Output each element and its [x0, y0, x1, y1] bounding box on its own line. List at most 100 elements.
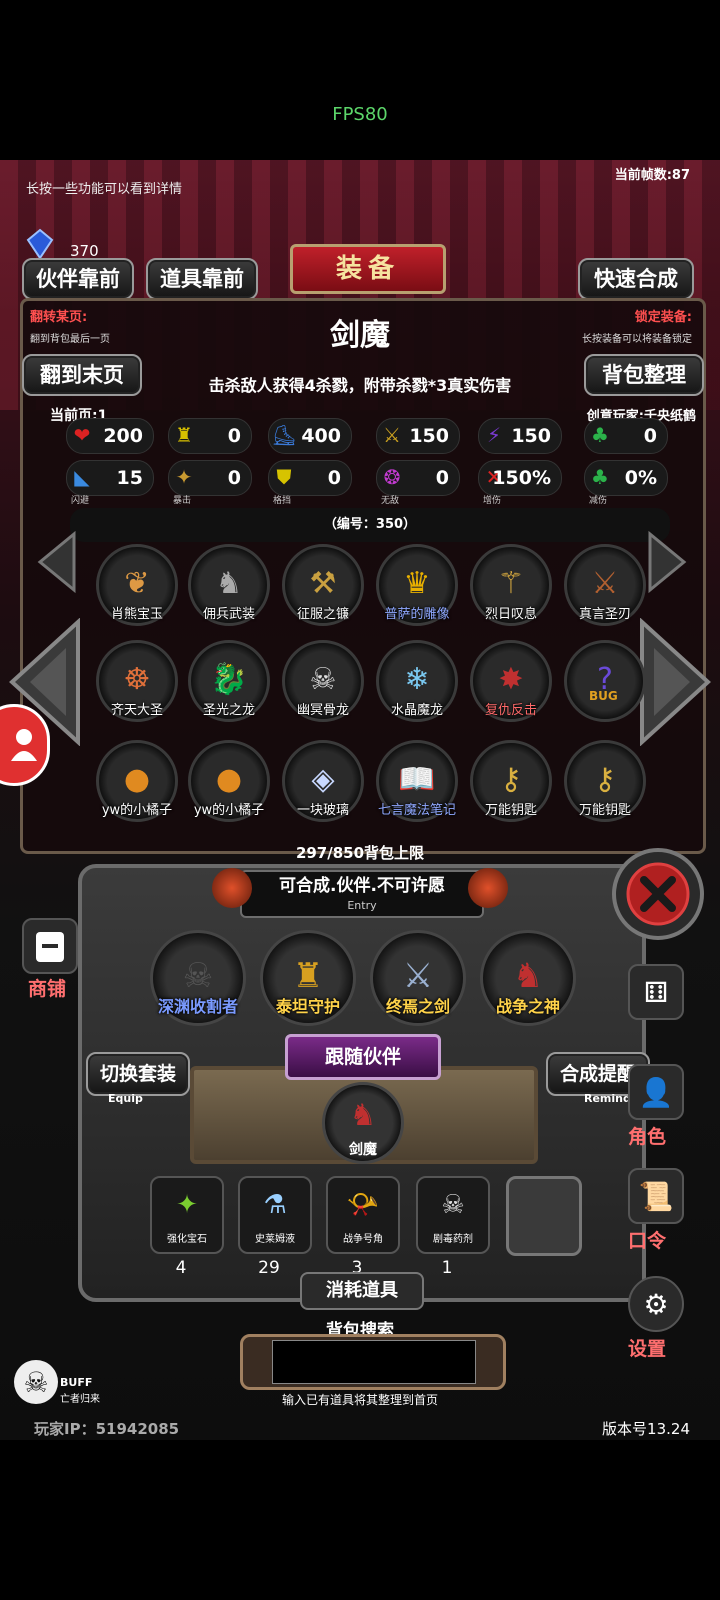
inventory-slot[interactable]: ● yw的小橘子: [96, 740, 178, 822]
inventory-slot[interactable]: ● yw的小橘子: [188, 740, 270, 822]
consumable-count: 4: [175, 1258, 187, 1278]
stat-value: 200: [103, 425, 143, 447]
settings-label[interactable]: 设置: [628, 1334, 666, 1361]
consumable-slot[interactable]: [506, 1176, 582, 1256]
inventory-slot[interactable]: ⚔ 真言圣刃: [564, 544, 646, 626]
inventory-slot[interactable]: ⚚ 烈日叹息: [470, 544, 552, 626]
switch-set-button[interactable]: 切换套装: [86, 1052, 190, 1096]
consumable-slot[interactable]: ⚗ 史莱姆液: [238, 1176, 312, 1254]
consumable-name: 强化宝石: [167, 1234, 207, 1245]
inventory-item-name: 普萨的雕像: [384, 607, 450, 622]
switch-set-sub: Equip: [108, 1092, 143, 1105]
role-label[interactable]: 角色: [628, 1122, 666, 1149]
version-number: 版本号13.24: [602, 1420, 690, 1438]
consumable-slot[interactable]: ✦ 强化宝石: [150, 1176, 224, 1254]
stat-label: 闪避: [71, 496, 90, 506]
inventory-item-name: 万能钥匙: [484, 803, 537, 818]
inventory-item-name: 复仇反击: [484, 703, 537, 718]
inventory-item-name: 烈日叹息: [484, 607, 537, 622]
partner-slot[interactable]: ⚔ 终焉之剑: [370, 930, 466, 1026]
bag-icon: [36, 932, 64, 962]
inventory-slot[interactable]: ◈ 一块玻璃: [282, 740, 364, 822]
follow-partner-slot[interactable]: ♞ 剑魔: [322, 1082, 404, 1164]
stat-weapon[interactable]: ⚔ 150: [376, 418, 460, 454]
stat-crit[interactable]: ✦ 0 暴击: [168, 460, 252, 506]
partner-slot[interactable]: ♜ 泰坦守护: [260, 930, 356, 1026]
stat-invincible[interactable]: ❂ 0 无敌: [376, 460, 460, 506]
heart-icon: ❤: [73, 423, 91, 447]
bag-capacity: 297/850背包上限: [295, 844, 425, 862]
inventory-slot[interactable]: ❦ 肖熊宝玉: [96, 544, 178, 626]
inventory-item-name: 七言魔法笔记: [377, 803, 456, 818]
stat-damage-reduce[interactable]: ♣ 0% 减伤: [584, 460, 668, 506]
quick-combine-button[interactable]: 快速合成: [578, 258, 694, 300]
inventory-slot[interactable]: ⚒ 征服之镰: [282, 544, 364, 626]
stat-label: 无敌: [381, 496, 400, 506]
item-first-button[interactable]: 道具靠前: [146, 258, 258, 300]
stat-label: 暴击: [173, 496, 192, 506]
inventory-slot[interactable]: ☸ 齐天大圣: [96, 640, 178, 722]
filter-sub: Entry: [347, 899, 377, 912]
partner-name: 战争之神: [495, 997, 560, 1016]
equipment-title: 装备: [290, 244, 446, 294]
inventory-slot[interactable]: 🐉 圣光之龙: [188, 640, 270, 722]
poison-icon: ☠: [441, 1190, 465, 1220]
sword-demon-icon: ♞: [349, 1097, 377, 1133]
clover-icon: ♣: [591, 423, 609, 447]
prev-small-arrow[interactable]: [34, 530, 78, 594]
stat-block[interactable]: ⛊ 0 格挡: [268, 460, 352, 506]
partner-slot[interactable]: ☠ 深渊收割者: [150, 930, 246, 1026]
role-icon[interactable]: 👤: [628, 1064, 684, 1120]
wing-left-icon: [212, 868, 252, 908]
inventory-slot[interactable]: ♞ 佣兵武装: [188, 544, 270, 626]
stat-lightning[interactable]: ⚡ 150: [478, 418, 562, 454]
bag-search-input[interactable]: [272, 1340, 476, 1384]
skull-buff-icon[interactable]: ☠: [14, 1360, 58, 1404]
stat-value: 0: [227, 467, 241, 489]
code-icon[interactable]: 📜: [628, 1168, 684, 1224]
consumable-slot[interactable]: 📯 战争号角: [326, 1176, 400, 1254]
search-hint: 输入已有道具将其整理到首页: [281, 1393, 438, 1407]
next-page-arrow[interactable]: [638, 617, 714, 747]
lightning-icon: ⚡: [486, 423, 502, 447]
inventory-item-name: 水晶魔龙: [390, 703, 443, 718]
stat-value: 0: [643, 425, 657, 447]
stat-heart[interactable]: ❤ 200: [66, 418, 154, 454]
stat-clover[interactable]: ♣ 0: [584, 418, 668, 454]
close-button[interactable]: [612, 848, 704, 940]
stat-boot[interactable]: ⛸ 400: [268, 418, 352, 454]
stat-value: 0%: [624, 467, 657, 489]
framerate-readout: 当前帧数:87: [614, 168, 690, 183]
stat-damage-up[interactable]: ✕ 150% 增伤: [478, 460, 562, 506]
horn-icon: 📯: [346, 1190, 380, 1220]
shop-label[interactable]: 商铺: [28, 974, 66, 1001]
inventory-item-name: 佣兵武装: [202, 607, 255, 622]
inventory-slot[interactable]: ? BUG: [564, 640, 646, 722]
partner-first-button[interactable]: 伙伴靠前: [22, 258, 134, 300]
stat-armor[interactable]: ♜ 0: [168, 418, 252, 454]
inventory-slot[interactable]: 📖 七言魔法笔记: [376, 740, 458, 822]
follow-partner-banner: 跟随伙伴: [285, 1034, 441, 1080]
dice-icon[interactable]: ⚅: [628, 964, 684, 1020]
player-ip: 玩家IP：51942085: [34, 1420, 180, 1438]
stat-value: 0: [227, 425, 241, 447]
inventory-slot[interactable]: ✸ 复仇反击: [470, 640, 552, 722]
block-icon: ⛊: [276, 465, 292, 489]
armor-icon: ♜: [175, 423, 193, 447]
inventory-slot[interactable]: ⚷ 万能钥匙: [564, 740, 646, 822]
inventory-slot[interactable]: ❄ 水晶魔龙: [376, 640, 458, 722]
inventory-slot[interactable]: ♛ 普萨的雕像: [376, 544, 458, 626]
code-label[interactable]: 口令: [628, 1226, 666, 1253]
filter-selector[interactable]: 可合成.伙伴.不可许愿 Entry: [240, 870, 484, 918]
shop-icon[interactable]: [22, 918, 78, 974]
next-small-arrow[interactable]: [646, 530, 690, 594]
consumable-slot[interactable]: ☠ 剧毒药剂: [416, 1176, 490, 1254]
settings-icon[interactable]: ⚙: [628, 1276, 684, 1332]
partner-slot[interactable]: ♞ 战争之神: [480, 930, 576, 1026]
close-icon: [626, 862, 690, 926]
stat-dodge[interactable]: ◣ 15 闪避: [66, 460, 154, 506]
inventory-item-name: 幽冥骨龙: [296, 703, 349, 718]
inventory-slot[interactable]: ⚷ 万能钥匙: [470, 740, 552, 822]
stat-value: 0: [435, 467, 449, 489]
inventory-slot[interactable]: ☠ 幽冥骨龙: [282, 640, 364, 722]
